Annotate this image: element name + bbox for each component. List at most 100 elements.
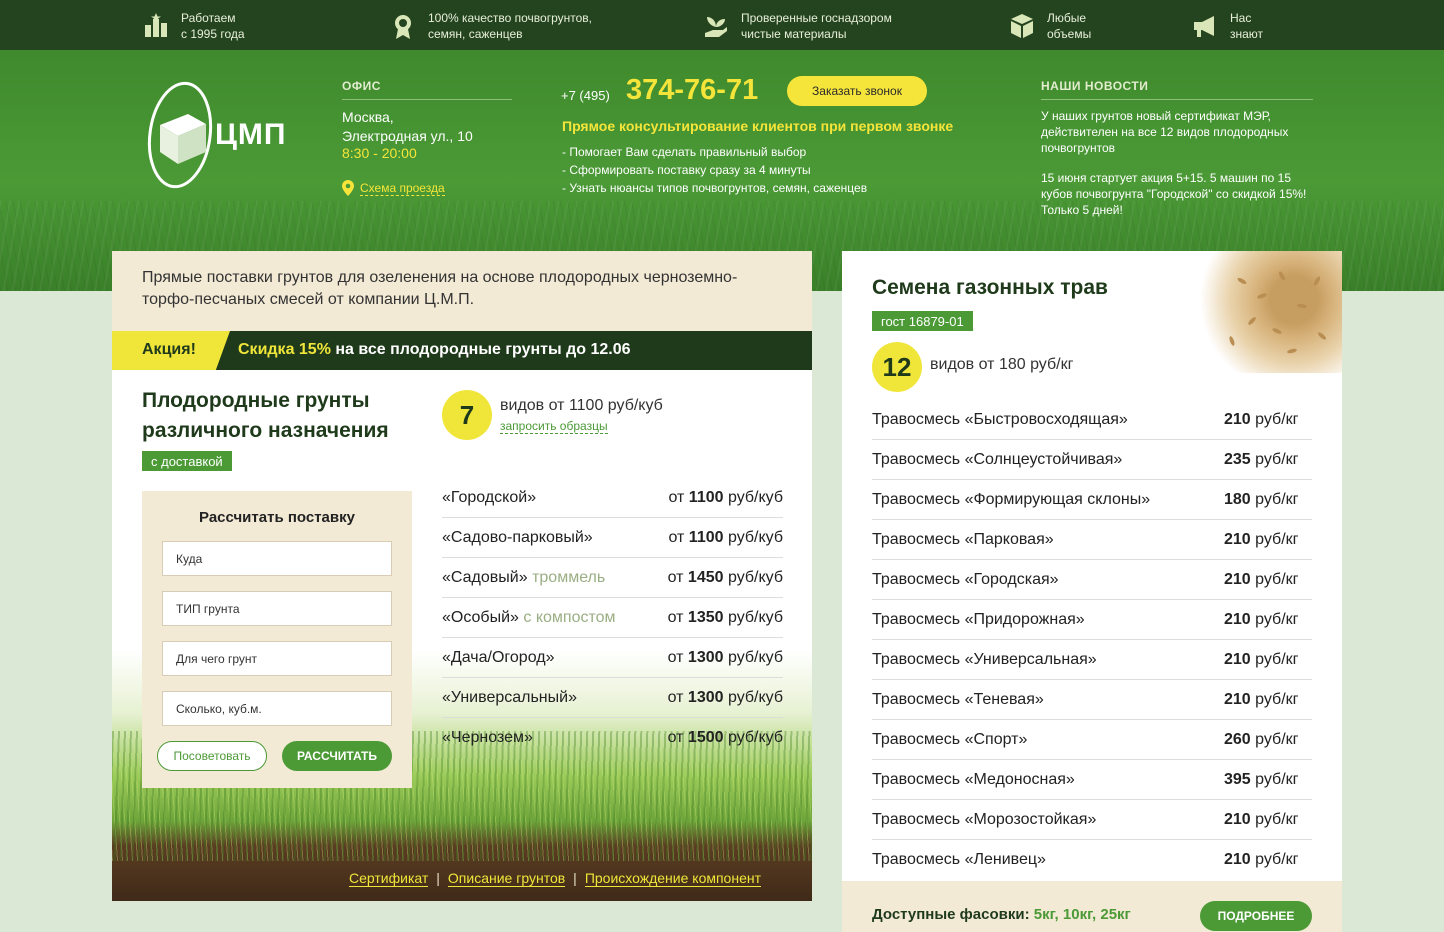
seed-price: 210 (1224, 851, 1251, 868)
soil-name: «Чернозем» (442, 729, 533, 746)
list-item[interactable]: Травосмесь «Солнцеустойчивая» 235 руб/кг (872, 440, 1312, 480)
consult-bullets: - Помогает Вам сделать правильный выбор … (562, 143, 867, 197)
phone-number[interactable]: 374-76-71 (626, 74, 758, 107)
seed-name: Травосмесь «Формирующая склоны» (872, 490, 1151, 508)
seed-price: 210 (1224, 610, 1251, 628)
link-separator: | (573, 870, 577, 886)
list-item[interactable]: Травосмесь «Придорожная» 210 руб/кг (872, 600, 1312, 640)
soil-name: «Садовый» (442, 568, 528, 586)
soils-count-badge: 7 (442, 390, 492, 440)
soil-purpose-input[interactable] (162, 641, 392, 676)
price-unit: руб/кг (1255, 450, 1299, 468)
map-link[interactable]: Схема проезда (342, 180, 445, 196)
bullet-item: - Помогает Вам сделать правильный выбор (562, 145, 807, 159)
list-item[interactable]: «Особый» с компостом от 1350 руб/куб (442, 598, 783, 638)
seed-name: Травосмесь «Медоносная» (872, 770, 1075, 788)
price-prefix: от (667, 648, 684, 666)
list-item[interactable]: Травосмесь «Парковая» 210 руб/кг (872, 520, 1312, 560)
soil-type-input[interactable] (162, 591, 392, 626)
advise-button[interactable]: Посоветовать (157, 741, 267, 771)
feature-quality: 100% качество почвогрунтов, семян, саженц… (390, 10, 592, 42)
office-address: Москва, Электродная ул., 10 (342, 108, 473, 146)
price-unit: руб/куб (727, 488, 783, 506)
soils-count-text: видов от 1100 руб/куб (500, 397, 663, 414)
consult-title: Прямое консультирование клиентов при пер… (562, 118, 954, 134)
order-call-button[interactable]: Заказать звонок (787, 76, 927, 106)
components-origin-link[interactable]: Происхождение компонент (584, 870, 762, 887)
price-prefix: от (667, 568, 684, 586)
seed-price: 210 (1224, 810, 1251, 828)
gost-badge: гост 16879-01 (872, 311, 973, 331)
soil-price: 1300 (687, 688, 724, 706)
list-item[interactable]: «Дача/Огород» от 1300 руб/куб (442, 638, 783, 678)
list-item[interactable]: Травосмесь «Теневая» 210 руб/кг (872, 680, 1312, 720)
feature-line: Любые (1047, 11, 1087, 25)
volume-input[interactable] (162, 691, 392, 726)
list-item[interactable]: Травосмесь «Спорт» 260 руб/кг (872, 720, 1312, 760)
price-unit: руб/куб (727, 648, 783, 666)
list-item[interactable]: Травосмесь «Универсальная» 210 руб/кг (872, 640, 1312, 680)
list-item[interactable]: «Универсальный» от 1300 руб/куб (442, 678, 783, 718)
seed-name: Травосмесь «Быстровосходящая» (872, 410, 1128, 428)
list-item[interactable]: «Садовый» троммель от 1450 руб/куб (442, 558, 783, 598)
feature-line: чистые материалы (741, 27, 847, 41)
feature-line: семян, саженцев (428, 27, 523, 41)
list-item[interactable]: Травосмесь «Морозостойкая» 210 руб/кг (872, 800, 1312, 840)
price-unit: руб/кг (1255, 690, 1299, 708)
delivery-calculator: Рассчитать поставку Посоветовать РАССЧИТ… (142, 491, 412, 788)
site-logo[interactable]: ЦМП (140, 80, 290, 190)
feature-line: Проверенные госнадзором (741, 11, 892, 25)
more-details-button[interactable]: ПОДРОБНЕЕ (1200, 901, 1312, 931)
seed-name: Травосмесь «Солнцеустойчивая» (872, 450, 1123, 468)
list-item[interactable]: «Садово-парковый» от 1100 руб/куб (442, 518, 783, 558)
feature-certified: Проверенные госнадзором чистые материалы (703, 10, 892, 42)
list-item[interactable]: Травосмесь «Городская» 210 руб/кг (872, 560, 1312, 600)
feature-line: с 1995 года (181, 27, 245, 41)
seeds-title: Семена газонных трав (872, 276, 1108, 299)
soils-title-line: различного назначения (142, 419, 389, 442)
intro-text: Прямые поставки грунтов для озеленения н… (112, 251, 812, 331)
soil-name: «Универсальный» (442, 688, 577, 706)
trophy-icon (143, 13, 169, 39)
price-prefix: от (667, 688, 684, 706)
feature-line: Работаем (181, 11, 236, 25)
feature-line: знают (1230, 27, 1264, 41)
promo-message: Скидка 15% на все плодородные грунты до … (238, 341, 631, 359)
seed-price: 235 (1224, 450, 1251, 468)
calculator-title: Рассчитать поставку (199, 509, 355, 526)
soil-price: 1450 (687, 568, 724, 586)
soil-price: 1100 (688, 528, 724, 546)
request-samples-link[interactable]: запросить образцы (500, 419, 608, 434)
packaging-info: Доступные фасовки: 5кг, 10кг, 25кг (872, 906, 1131, 923)
seed-price: 210 (1224, 410, 1251, 428)
delivery-badge: с доставкой (142, 451, 232, 471)
calculate-button[interactable]: РАССЧИТАТЬ (282, 741, 392, 771)
soil-description-link[interactable]: Описание грунтов (447, 870, 566, 887)
price-prefix: от (668, 488, 685, 506)
seeds-pile-icon (1229, 271, 1327, 354)
top-feature-bar: Работаем с 1995 года 100% качество почвог… (0, 0, 1444, 50)
bullet-item: - Сформировать поставку сразу за 4 минут… (562, 163, 811, 177)
office-street: Электродная ул., 10 (342, 128, 473, 144)
list-item[interactable]: «Чернозем» от 1500 руб/куб (442, 718, 783, 758)
list-item[interactable]: Травосмесь «Ленивец» 210 руб/кг (872, 840, 1312, 880)
news-item[interactable]: 15 июня стартует акция 5+15. 5 машин по … (1041, 170, 1316, 218)
seed-name: Травосмесь «Городская» (872, 570, 1059, 588)
price-unit: руб/кг (1255, 851, 1299, 868)
destination-input[interactable] (162, 541, 392, 576)
list-item[interactable]: «Городской» от 1100 руб/куб (442, 478, 783, 518)
soil-name: «Дача/Огород» (442, 648, 555, 666)
list-item[interactable]: Травосмесь «Медоносная» 395 руб/кг (872, 760, 1312, 800)
news-item[interactable]: У наших грунтов новый сертификат МЭР, де… (1041, 108, 1316, 156)
list-item[interactable]: Травосмесь «Формирующая склоны» 180 руб/к… (872, 480, 1312, 520)
list-item[interactable]: Травосмесь «Быстровосходящая» 210 руб/кг (872, 400, 1312, 440)
phone-prefix: +7 (495) (561, 88, 610, 103)
soils-price-list: «Городской» от 1100 руб/куб «Садово-парк… (442, 478, 783, 758)
soil-price: 1500 (687, 729, 724, 746)
certificate-link[interactable]: Сертификат (349, 870, 429, 887)
map-link-label[interactable]: Схема проезда (360, 181, 445, 196)
soil-name: «Городской» (442, 488, 537, 506)
promo-highlight: Скидка 15% (238, 341, 331, 358)
seed-price: 395 (1224, 770, 1251, 788)
price-unit: руб/кг (1255, 410, 1299, 428)
